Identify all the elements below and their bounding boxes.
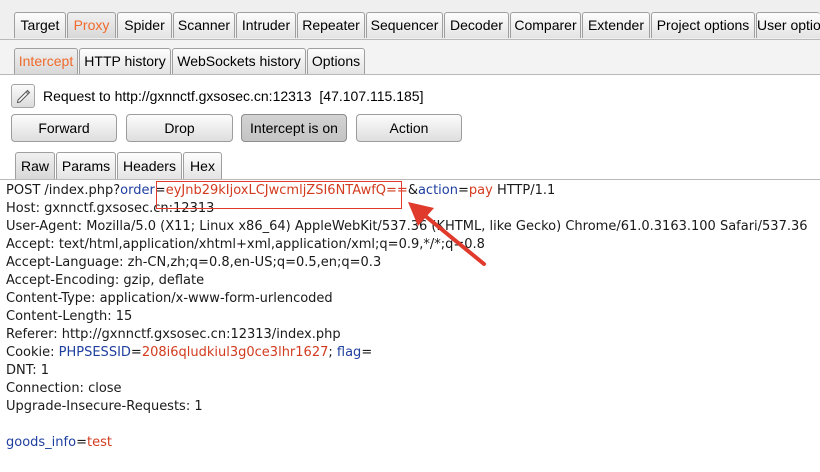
- request-ip: [47.107.115.185]: [319, 88, 424, 104]
- header-line: Connection: close: [6, 381, 122, 396]
- header-line: Accept: text/html,application/xhtml+xml,…: [6, 237, 485, 252]
- edit-request-button[interactable]: [11, 84, 35, 108]
- request-line: POST /index.php?order=eyJnb29kIjoxLCJwcm…: [6, 182, 555, 200]
- header-line: User-Agent: Mozilla/5.0 (X11; Linux x86_…: [6, 219, 808, 234]
- tab-project-options[interactable]: Project options: [651, 12, 755, 38]
- equals-sign: =: [130, 345, 142, 360]
- cookie-line: Cookie: PHPSESSID=208i6qludkiul3g0ce3lhr…: [6, 344, 372, 362]
- tab-proxy[interactable]: Proxy: [67, 12, 116, 38]
- body-param-name: goods_info: [6, 435, 77, 450]
- body-param-value: test: [86, 435, 112, 450]
- ampersand: &: [407, 183, 418, 198]
- cookie-phpsessid-value: 208i6qludkiul3g0ce3lhr1627: [141, 345, 329, 360]
- drop-button[interactable]: Drop: [126, 114, 233, 142]
- tab-scanner[interactable]: Scanner: [173, 12, 235, 38]
- http-protocol: HTTP/1.1: [492, 183, 556, 198]
- equals-sign: =: [154, 183, 166, 198]
- cookie-prefix: Cookie:: [6, 345, 59, 360]
- tab-options[interactable]: Options: [307, 48, 365, 74]
- main-tab-bar: Target Proxy Spider Scanner Intruder Rep…: [0, 0, 820, 40]
- cookie-flag-name: flag: [336, 345, 362, 360]
- tab-raw[interactable]: Raw: [15, 152, 55, 179]
- request-method-path: POST /index.php?: [6, 183, 121, 198]
- tab-websockets-history[interactable]: WebSockets history: [172, 48, 306, 74]
- header-line: Host: gxnnctf.gxsosec.cn:12313: [6, 201, 215, 216]
- tab-headers[interactable]: Headers: [117, 152, 182, 179]
- header-line: Accept-Language: zh-CN,zh;q=0.8,en-US;q=…: [6, 255, 382, 270]
- cookie-separator: ;: [328, 345, 337, 360]
- tab-spider[interactable]: Spider: [117, 12, 172, 38]
- equals-sign: =: [361, 345, 373, 360]
- header-line: Upgrade-Insecure-Requests: 1: [6, 399, 203, 414]
- forward-button[interactable]: Forward: [11, 114, 117, 142]
- tab-user-options[interactable]: User optio: [756, 12, 820, 38]
- tab-sequencer[interactable]: Sequencer: [366, 12, 443, 38]
- tab-intercept[interactable]: Intercept: [14, 48, 78, 74]
- intercept-toggle-button[interactable]: Intercept is on: [241, 114, 347, 142]
- param-action-name: action: [417, 183, 458, 198]
- tab-target[interactable]: Target: [14, 12, 66, 38]
- tab-repeater[interactable]: Repeater: [297, 12, 365, 38]
- request-url: Request to http://gxnnctf.gxsosec.cn:123…: [43, 88, 312, 104]
- header-line: Accept-Encoding: gzip, deflate: [6, 273, 205, 288]
- header-line: Content-Length: 15: [6, 309, 133, 324]
- equals-sign: =: [457, 183, 469, 198]
- tab-comparer[interactable]: Comparer: [510, 12, 581, 38]
- tab-intruder[interactable]: Intruder: [236, 12, 296, 38]
- tab-extender[interactable]: Extender: [582, 12, 650, 38]
- tab-http-history[interactable]: HTTP history: [79, 48, 171, 74]
- header-line: DNT: 1: [6, 363, 50, 378]
- raw-request-editor[interactable]: POST /index.php?order=eyJnb29kIjoxLCJwcm…: [0, 181, 820, 472]
- tab-hex[interactable]: Hex: [183, 152, 222, 179]
- tab-decoder[interactable]: Decoder: [444, 12, 509, 38]
- equals-sign: =: [76, 435, 87, 450]
- header-line: Content-Type: application/x-www-form-url…: [6, 291, 333, 306]
- cookie-phpsessid-name: PHPSESSID: [58, 345, 131, 360]
- param-order-value: eyJnb29kIjoxLCJwcmljZSI6NTAwfQ==: [165, 183, 408, 198]
- message-view-tab-bar: Raw Params Headers Hex: [0, 150, 820, 180]
- request-target-label: Request to http://gxnnctf.gxsosec.cn:123…: [43, 88, 423, 104]
- proxy-sub-tab-bar: Intercept HTTP history WebSockets histor…: [0, 40, 820, 75]
- param-order-name: order: [120, 183, 155, 198]
- tab-params[interactable]: Params: [56, 152, 116, 179]
- body-line: goods_info=test: [6, 434, 112, 452]
- param-action-value: pay: [468, 183, 493, 198]
- pencil-icon: [16, 89, 31, 104]
- action-button[interactable]: Action: [356, 114, 462, 142]
- header-line: Referer: http://gxnnctf.gxsosec.cn:12313…: [6, 327, 341, 342]
